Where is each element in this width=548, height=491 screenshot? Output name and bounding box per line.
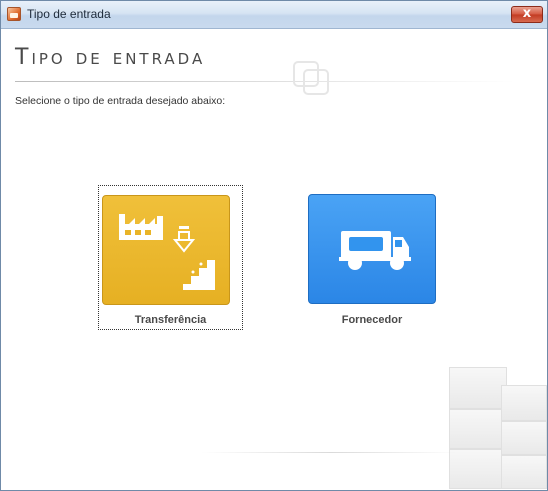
- title-bar[interactable]: Tipo de entrada x: [1, 1, 547, 29]
- heading-divider: [15, 81, 515, 82]
- option-transferencia[interactable]: Transferência: [98, 185, 243, 330]
- transferencia-tile[interactable]: [102, 195, 230, 305]
- watermark-boxes-icon: [441, 361, 547, 489]
- option-fornecedor-label[interactable]: Fornecedor: [306, 314, 438, 326]
- option-transferencia-label[interactable]: Transferência: [99, 314, 242, 326]
- dialog-content: Tipo de entrada Selecione o tipo de entr…: [1, 29, 547, 490]
- dialog-window: Tipo de entrada x Tipo de entrada Seleci…: [0, 0, 548, 491]
- instruction-text: Selecione o tipo de entrada desejado aba…: [15, 95, 226, 107]
- watermark-squares-icon: [293, 59, 333, 95]
- page-title: Tipo de entrada: [15, 45, 206, 70]
- bottom-divider: [201, 452, 461, 453]
- truck-icon: [339, 231, 411, 270]
- close-button[interactable]: x: [511, 6, 543, 23]
- option-fornecedor[interactable]: Fornecedor: [306, 193, 438, 333]
- fornecedor-tile[interactable]: [308, 194, 436, 304]
- app-icon: [7, 7, 21, 21]
- factory-transfer-icon: [119, 214, 215, 290]
- window-title: Tipo de entrada: [27, 7, 111, 21]
